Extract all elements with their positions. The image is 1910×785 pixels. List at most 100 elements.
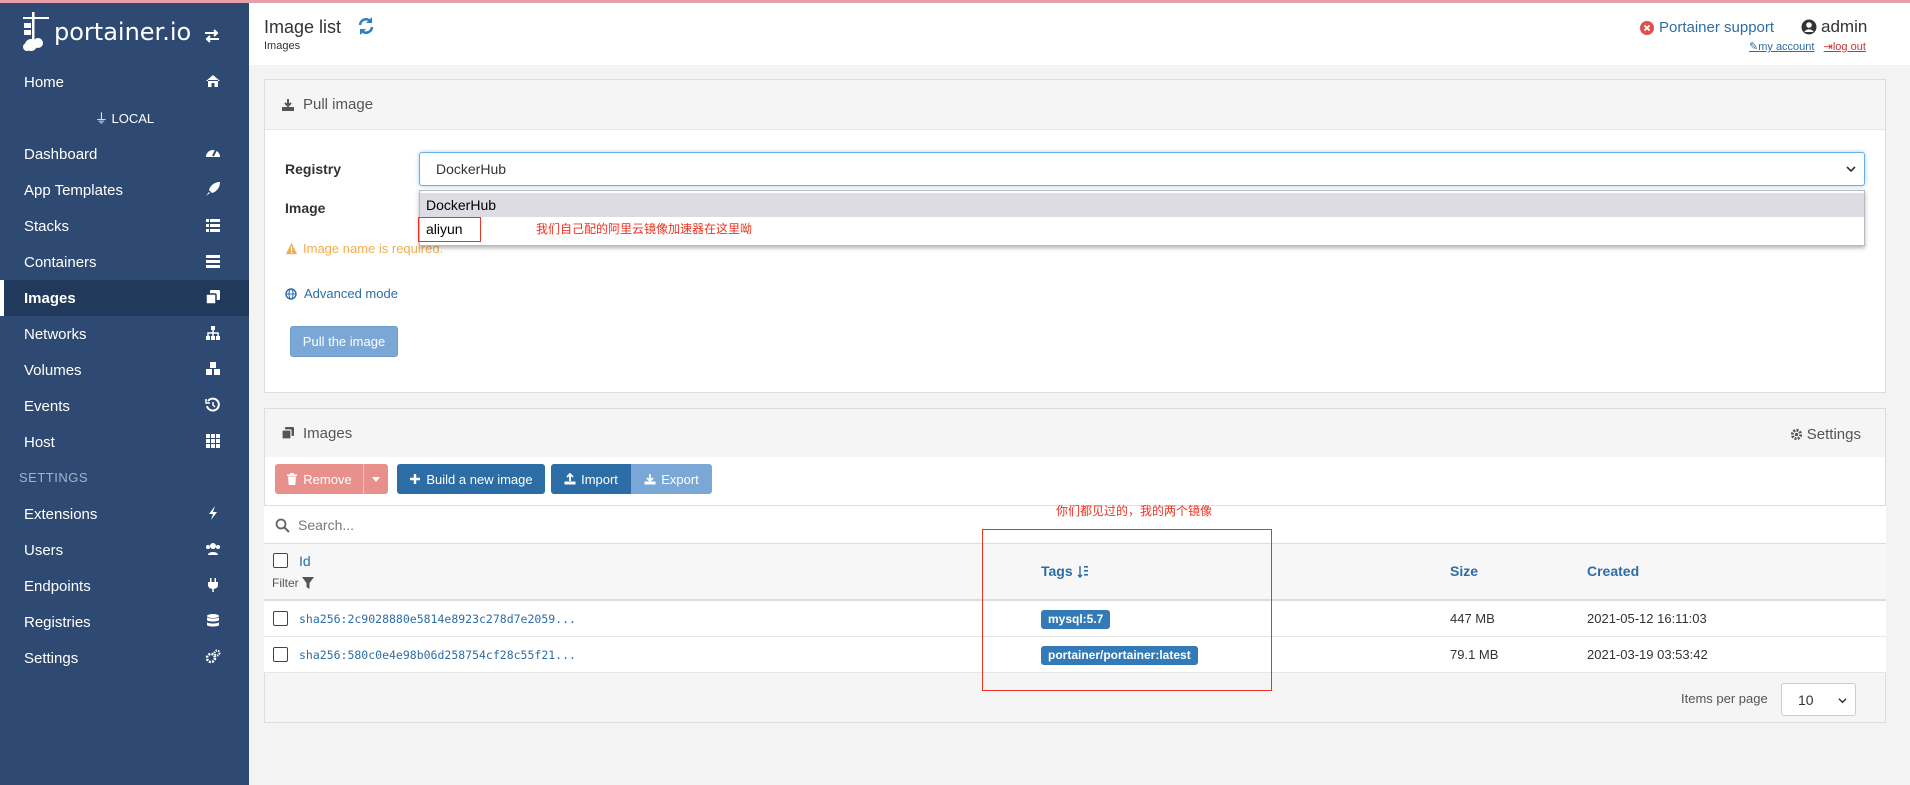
tags-annotation: 你们都见过的，我的两个镜像 — [1056, 504, 1213, 518]
plus-icon — [410, 474, 421, 484]
sidebar-item-dashboard[interactable]: Dashboard — [0, 136, 249, 172]
image-id-link[interactable]: sha256:2c9028880e5814e8923c278d7e2059... — [299, 612, 576, 626]
sidebar-item-app-templates[interactable]: App Templates — [0, 172, 249, 208]
download-icon — [282, 98, 294, 111]
clone-icon — [281, 427, 294, 440]
image-created: 2021-03-19 03:53:42 — [1587, 647, 1708, 662]
download-icon — [644, 474, 656, 485]
user-name: admin — [1801, 17, 1867, 37]
row-checkbox[interactable] — [273, 611, 288, 626]
plug-icon: ⏚ — [94, 111, 112, 126]
sidebar-item-stacks[interactable]: Stacks — [0, 208, 249, 244]
sidebar-item-label: Extensions — [24, 505, 98, 523]
my-account-link[interactable]: ✎my account — [1749, 41, 1814, 53]
history-icon — [205, 397, 220, 412]
server-icon — [206, 255, 220, 268]
build-new-image-button[interactable]: Build a new image — [397, 464, 545, 494]
sidebar-item-label: Settings — [24, 649, 79, 667]
remove-options-button[interactable] — [363, 464, 388, 494]
registry-label: Registry — [285, 161, 342, 177]
sidebar-item-label: Home — [24, 73, 65, 91]
sidebar-item-label: Dashboard — [24, 145, 98, 163]
pull-image-header: Pull image — [265, 80, 1885, 130]
endpoint-local: ⏚ LOCAL — [94, 111, 155, 126]
breadcrumb: Images — [264, 40, 301, 52]
plug-icon — [208, 578, 218, 592]
users-icon — [206, 543, 220, 555]
column-id[interactable]: Id — [299, 553, 311, 569]
trash-icon — [287, 473, 298, 485]
image-created: 2021-05-12 16:11:03 — [1587, 611, 1707, 626]
log-out-link[interactable]: ⇥log out — [1824, 41, 1866, 53]
image-id-link[interactable]: sha256:580c0e4e98b06d258754cf28c55f21... — [299, 648, 576, 662]
sidebar-item-containers[interactable]: Containers — [0, 244, 249, 280]
sidebar-item-home[interactable]: Home — [0, 64, 249, 100]
chevron-down-icon — [1846, 166, 1856, 173]
gear-icon — [1790, 428, 1802, 441]
tags-highlight-box — [982, 529, 1272, 691]
table-settings-link[interactable]: Settings — [1790, 426, 1861, 443]
aliyun-highlight-box — [418, 217, 481, 242]
sidebar-item-registries[interactable]: Registries — [0, 604, 249, 640]
sidebar-item-host[interactable]: Host — [0, 424, 249, 460]
export-button[interactable]: Export — [631, 464, 712, 494]
sidebar-item-images[interactable]: Images — [0, 280, 249, 316]
items-per-page-select[interactable]: 10 — [1781, 683, 1856, 716]
sidebar-item-label: Events — [24, 397, 70, 415]
items-per-page-label: Items per page — [1681, 691, 1768, 706]
column-size[interactable]: Size — [1450, 563, 1478, 579]
sidebar-item-label: Host — [24, 433, 55, 451]
sidebar: portainer.io Home ⏚ LOCAL Dashboard App … — [0, 0, 249, 785]
user-circle-icon — [1801, 19, 1817, 35]
import-button[interactable]: Import — [551, 464, 631, 494]
list-icon — [206, 219, 220, 232]
portainer-support-link[interactable]: Portainer support — [1640, 19, 1774, 36]
rocket-icon — [206, 182, 220, 196]
select-all-checkbox[interactable] — [273, 553, 288, 568]
image-label: Image — [285, 200, 326, 216]
row-checkbox[interactable] — [273, 647, 288, 662]
sign-out-icon: ⇥ — [1823, 41, 1833, 53]
cubes-icon — [206, 362, 220, 375]
sitemap-icon — [206, 326, 220, 340]
sidebar-item-settings[interactable]: Settings — [0, 640, 249, 676]
sidebar-item-volumes[interactable]: Volumes — [0, 352, 249, 388]
page-title: Image list — [264, 17, 342, 37]
sidebar-item-label: Users — [24, 541, 64, 559]
clone-icon — [205, 290, 220, 305]
image-size: 447 MB — [1450, 611, 1495, 626]
sidebar-toggle-icon[interactable] — [203, 29, 221, 43]
brand-name: portainer.io — [54, 18, 192, 46]
sidebar-item-label: Endpoints — [24, 577, 91, 595]
portainer-logo-icon — [23, 12, 49, 51]
column-created[interactable]: Created — [1587, 563, 1639, 579]
sidebar-item-label: App Templates — [24, 181, 123, 199]
registry-option-dockerhub[interactable]: DockerHub — [420, 193, 1864, 217]
database-icon — [207, 614, 219, 627]
sidebar-item-label: Stacks — [24, 217, 70, 235]
caret-down-icon — [372, 476, 380, 482]
cogs-icon — [205, 649, 221, 664]
sidebar-item-endpoints[interactable]: Endpoints — [0, 568, 249, 604]
search-input[interactable] — [298, 514, 1098, 536]
filter-toggle[interactable]: Filter — [272, 576, 314, 590]
home-icon — [206, 75, 220, 87]
search-icon — [275, 518, 290, 533]
chevron-down-icon — [1838, 698, 1847, 704]
sidebar-item-networks[interactable]: Networks — [0, 316, 249, 352]
advanced-mode-link[interactable]: Advanced mode — [285, 286, 398, 301]
sidebar-item-events[interactable]: Events — [0, 388, 249, 424]
account-links: ✎my account ⇥log out — [1749, 40, 1866, 53]
sidebar-item-users[interactable]: Users — [0, 532, 249, 568]
remove-button[interactable]: Remove — [275, 464, 363, 494]
sidebar-item-label: Networks — [24, 325, 87, 343]
registry-annotation: 我们自己配的阿里云镜像加速器在这里呦 — [536, 222, 753, 236]
sidebar-item-label: Registries — [24, 613, 91, 631]
sidebar-item-extensions[interactable]: Extensions — [0, 496, 249, 532]
top-accent-line — [0, 0, 1910, 3]
refresh-icon[interactable] — [356, 16, 376, 36]
registry-select[interactable]: DockerHub — [419, 152, 1865, 186]
pull-image-button[interactable]: Pull the image — [290, 326, 398, 357]
image-size: 79.1 MB — [1450, 647, 1499, 662]
brand[interactable]: portainer.io — [20, 10, 220, 54]
